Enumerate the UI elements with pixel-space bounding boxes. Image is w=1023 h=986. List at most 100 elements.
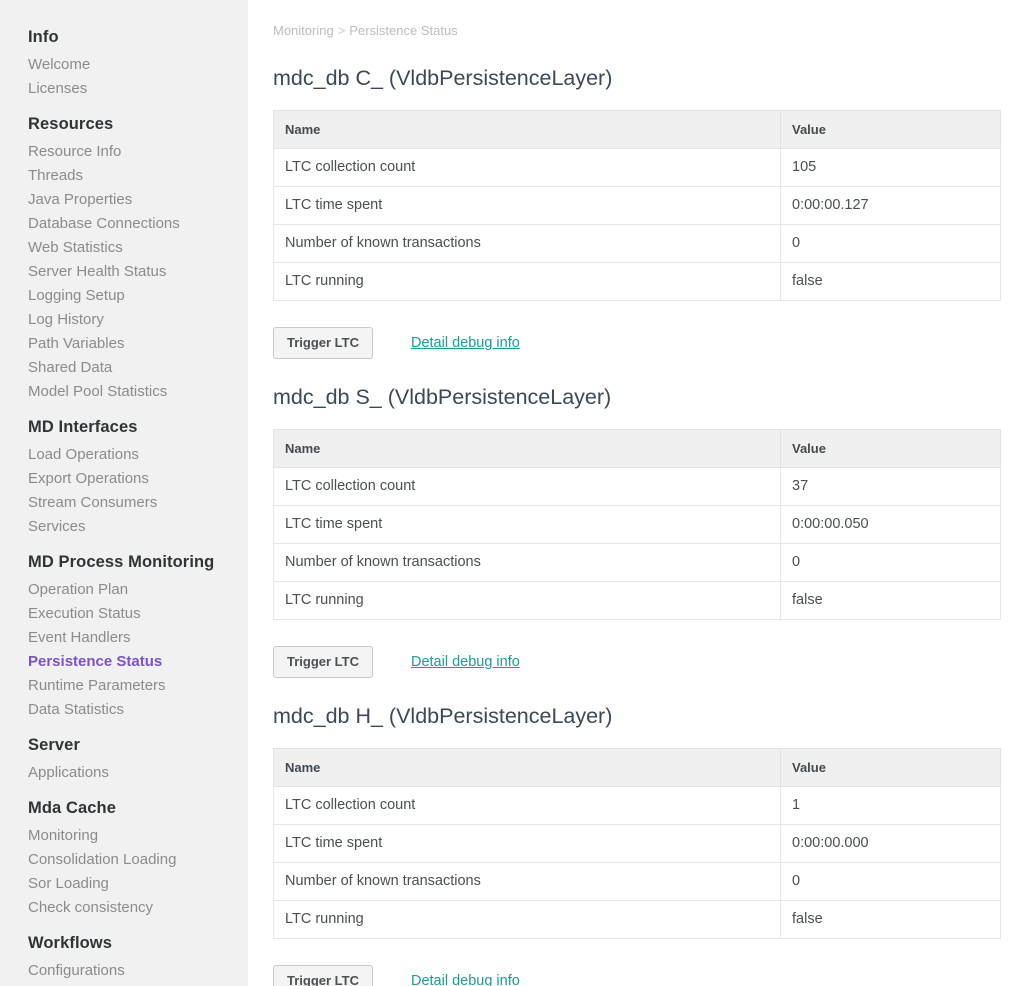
cell-value: false <box>781 263 1001 301</box>
cell-name: LTC running <box>274 582 781 620</box>
persistence-table: NameValueLTC collection count105LTC time… <box>273 110 1001 301</box>
table-row: LTC collection count37 <box>274 468 1001 506</box>
sidebar-item-load-operations[interactable]: Load Operations <box>0 443 248 467</box>
cell-name: Number of known transactions <box>274 863 781 901</box>
column-header-value: Value <box>781 111 1001 149</box>
sidebar-item-model-pool-statistics[interactable]: Model Pool Statistics <box>0 380 248 404</box>
sidebar-item-java-properties[interactable]: Java Properties <box>0 188 248 212</box>
detail-debug-info-link[interactable]: Detail debug info <box>411 972 520 986</box>
sidebar-group-workflows: WorkflowsConfigurationsRunning <box>0 930 248 986</box>
sidebar-item-data-statistics[interactable]: Data Statistics <box>0 698 248 722</box>
sidebar-heading-mda-cache: Mda Cache <box>0 795 248 824</box>
cell-value: 0:00:00.050 <box>781 506 1001 544</box>
sidebar-item-export-operations[interactable]: Export Operations <box>0 467 248 491</box>
cell-name: LTC time spent <box>274 825 781 863</box>
column-header-value: Value <box>781 430 1001 468</box>
trigger-ltc-button[interactable]: Trigger LTC <box>273 327 373 359</box>
sidebar-item-log-history[interactable]: Log History <box>0 308 248 332</box>
sidebar-item-stream-consumers[interactable]: Stream Consumers <box>0 491 248 515</box>
sidebar-item-licenses[interactable]: Licenses <box>0 77 248 101</box>
sidebar-item-monitoring[interactable]: Monitoring <box>0 824 248 848</box>
table-row: Number of known transactions0 <box>274 544 1001 582</box>
cell-value: 0 <box>781 544 1001 582</box>
sidebar-item-event-handlers[interactable]: Event Handlers <box>0 626 248 650</box>
trigger-ltc-button[interactable]: Trigger LTC <box>273 965 373 986</box>
section-title: mdc_db H_ (VldbPersistenceLayer) <box>273 701 1001 731</box>
sidebar-item-configurations[interactable]: Configurations <box>0 959 248 983</box>
sidebar-item-runtime-parameters[interactable]: Runtime Parameters <box>0 674 248 698</box>
cell-name: LTC running <box>274 263 781 301</box>
sidebar-item-database-connections[interactable]: Database Connections <box>0 212 248 236</box>
sidebar-item-persistence-status[interactable]: Persistence Status <box>0 650 248 674</box>
table-row: LTC time spent0:00:00.000 <box>274 825 1001 863</box>
table-row: LTC runningfalse <box>274 901 1001 939</box>
cell-name: LTC time spent <box>274 187 781 225</box>
sidebar-item-sor-loading[interactable]: Sor Loading <box>0 872 248 896</box>
sidebar-heading-server: Server <box>0 732 248 761</box>
sidebar-group-mda-cache: Mda CacheMonitoringConsolidation Loading… <box>0 795 248 920</box>
sidebar-item-server-health-status[interactable]: Server Health Status <box>0 260 248 284</box>
persistence-section: mdc_db H_ (VldbPersistenceLayer) NameValu… <box>273 701 1001 986</box>
cell-value: 37 <box>781 468 1001 506</box>
sidebar-item-services[interactable]: Services <box>0 515 248 539</box>
breadcrumb-separator: > <box>338 23 346 38</box>
sidebar-item-execution-status[interactable]: Execution Status <box>0 602 248 626</box>
trigger-ltc-button[interactable]: Trigger LTC <box>273 646 373 678</box>
sidebar-item-resource-info[interactable]: Resource Info <box>0 140 248 164</box>
sidebar: InfoWelcomeLicenses ResourcesResource Inf… <box>0 0 248 986</box>
sidebar-group-info: InfoWelcomeLicenses <box>0 24 248 101</box>
sidebar-item-applications[interactable]: Applications <box>0 761 248 785</box>
cell-name: LTC time spent <box>274 506 781 544</box>
sidebar-heading-workflows: Workflows <box>0 930 248 959</box>
persistence-section: mdc_db C_ (VldbPersistenceLayer) NameValu… <box>273 63 1001 359</box>
detail-debug-info-link[interactable]: Detail debug info <box>411 653 520 671</box>
sidebar-item-web-statistics[interactable]: Web Statistics <box>0 236 248 260</box>
table-row: Number of known transactions0 <box>274 225 1001 263</box>
cell-value: false <box>781 901 1001 939</box>
cell-name: LTC collection count <box>274 787 781 825</box>
sidebar-item-logging-setup[interactable]: Logging Setup <box>0 284 248 308</box>
persistence-table: NameValueLTC collection count37LTC time … <box>273 429 1001 620</box>
breadcrumb-item-monitoring[interactable]: Monitoring <box>273 23 334 38</box>
action-row: Trigger LTC Detail debug info <box>273 965 1001 986</box>
sidebar-item-shared-data[interactable]: Shared Data <box>0 356 248 380</box>
persistence-table: NameValueLTC collection count1LTC time s… <box>273 748 1001 939</box>
table-row: LTC time spent0:00:00.050 <box>274 506 1001 544</box>
sidebar-group-md-interfaces: MD InterfacesLoad OperationsExport Opera… <box>0 414 248 539</box>
persistence-section: mdc_db S_ (VldbPersistenceLayer) NameValu… <box>273 382 1001 678</box>
cell-value: 0 <box>781 225 1001 263</box>
column-header-value: Value <box>781 749 1001 787</box>
sidebar-item-check-consistency[interactable]: Check consistency <box>0 896 248 920</box>
table-row: LTC collection count105 <box>274 149 1001 187</box>
column-header-name: Name <box>274 430 781 468</box>
section-title: mdc_db C_ (VldbPersistenceLayer) <box>273 63 1001 93</box>
sidebar-heading-md-process-monitoring: MD Process Monitoring <box>0 549 248 578</box>
cell-name: LTC collection count <box>274 468 781 506</box>
page-root: InfoWelcomeLicenses ResourcesResource Inf… <box>0 0 1023 986</box>
sidebar-group-server: ServerApplications <box>0 732 248 785</box>
action-row: Trigger LTC Detail debug info <box>273 646 1001 678</box>
sidebar-item-threads[interactable]: Threads <box>0 164 248 188</box>
sidebar-item-operation-plan[interactable]: Operation Plan <box>0 578 248 602</box>
cell-value: 0 <box>781 863 1001 901</box>
column-header-name: Name <box>274 111 781 149</box>
cell-name: LTC running <box>274 901 781 939</box>
cell-value: 0:00:00.127 <box>781 187 1001 225</box>
section-title: mdc_db S_ (VldbPersistenceLayer) <box>273 382 1001 412</box>
table-header-row: NameValue <box>274 749 1001 787</box>
sidebar-item-path-variables[interactable]: Path Variables <box>0 332 248 356</box>
breadcrumb-item-persistence-status[interactable]: Persistence Status <box>349 23 457 38</box>
table-header-row: NameValue <box>274 430 1001 468</box>
table-row: Number of known transactions0 <box>274 863 1001 901</box>
sidebar-heading-md-interfaces: MD Interfaces <box>0 414 248 443</box>
cell-value: false <box>781 582 1001 620</box>
action-row: Trigger LTC Detail debug info <box>273 327 1001 359</box>
sidebar-group-md-process-monitoring: MD Process MonitoringOperation PlanExecu… <box>0 549 248 722</box>
cell-value: 105 <box>781 149 1001 187</box>
cell-value: 0:00:00.000 <box>781 825 1001 863</box>
sidebar-group-resources: ResourcesResource InfoThreadsJava Proper… <box>0 111 248 404</box>
detail-debug-info-link[interactable]: Detail debug info <box>411 334 520 352</box>
sidebar-item-welcome[interactable]: Welcome <box>0 53 248 77</box>
cell-name: Number of known transactions <box>274 544 781 582</box>
sidebar-item-consolidation-loading[interactable]: Consolidation Loading <box>0 848 248 872</box>
